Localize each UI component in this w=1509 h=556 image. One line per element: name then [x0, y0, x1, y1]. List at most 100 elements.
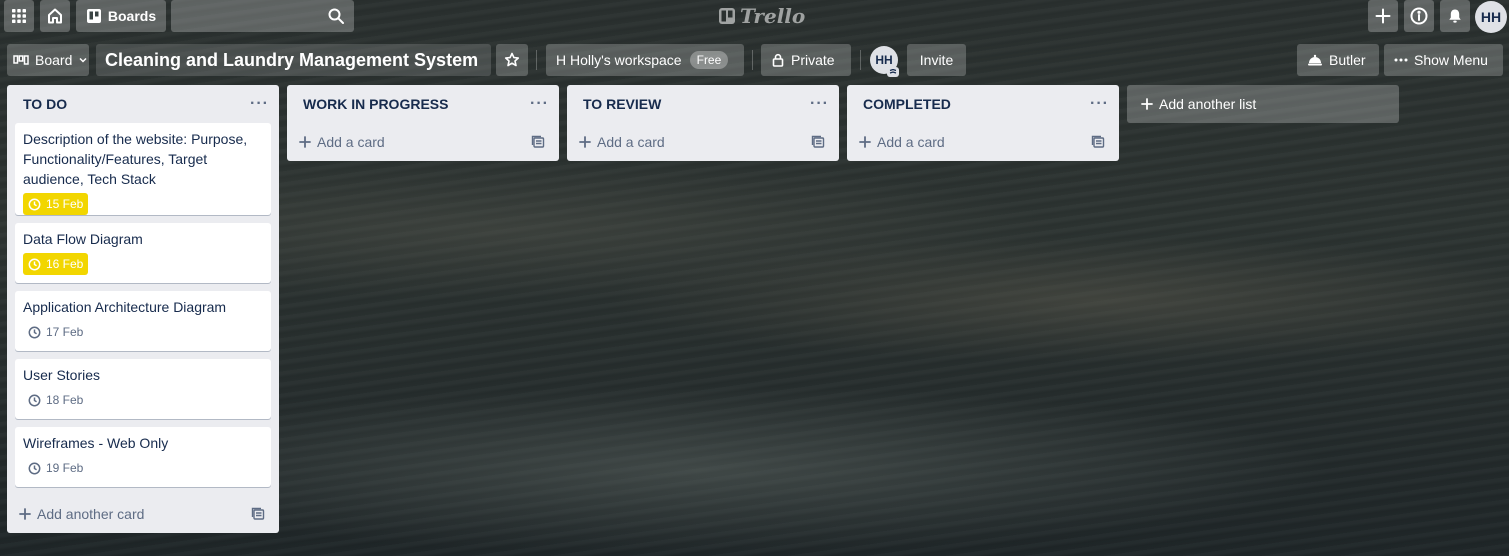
trello-logo[interactable]: Trello — [718, 4, 805, 28]
list-header: COMPLETED ··· — [847, 85, 1119, 123]
due-date: 19 Feb — [46, 461, 84, 475]
card-title: Application Architecture Diagram — [23, 299, 227, 315]
template-icon[interactable] — [811, 135, 825, 149]
invite-button[interactable]: Invite — [907, 44, 966, 76]
star-icon — [504, 52, 520, 68]
visibility-button[interactable]: Private — [761, 44, 851, 76]
list-completed: COMPLETED ··· Add a card — [847, 85, 1119, 161]
member-initials: HH — [875, 53, 893, 67]
information-button[interactable] — [1404, 0, 1434, 32]
apps-icon — [11, 8, 27, 24]
apps-button[interactable] — [4, 0, 34, 32]
due-date-badge[interactable]: 19 Feb — [23, 457, 88, 479]
add-card-button[interactable]: Add a card — [859, 134, 945, 150]
list-actions-ellipsis-icon[interactable]: ··· — [1090, 95, 1109, 113]
template-icon[interactable] — [1091, 135, 1105, 149]
boards-icon — [86, 8, 102, 24]
list-actions-ellipsis-icon[interactable]: ··· — [810, 95, 829, 113]
add-card-label: Add a card — [877, 134, 945, 150]
template-icon[interactable] — [531, 135, 545, 149]
card[interactable]: Description of the website: Purpose, Fun… — [15, 123, 271, 215]
due-date: 18 Feb — [46, 393, 84, 407]
list-actions-ellipsis-icon[interactable]: ··· — [530, 95, 549, 113]
board-view-icon — [13, 54, 29, 66]
trello-logo-icon — [718, 7, 736, 25]
list-title[interactable]: TO REVIEW — [583, 96, 661, 112]
lock-icon — [771, 53, 785, 67]
user-avatar[interactable]: HH — [1475, 1, 1507, 33]
plus-icon — [859, 136, 871, 148]
add-card-label: Add another card — [37, 506, 145, 522]
show-menu-label: Show Menu — [1414, 52, 1488, 68]
plus-icon — [299, 136, 311, 148]
header-divider — [752, 50, 753, 70]
top-navigation-bar: Boards Trello HH — [0, 0, 1509, 33]
list-title[interactable]: WORK IN PROGRESS — [303, 96, 448, 112]
card-title: Data Flow Diagram — [23, 231, 143, 247]
notifications-button[interactable] — [1440, 0, 1470, 32]
due-date-badge[interactable]: 16 Feb — [23, 253, 89, 275]
list-header: TO REVIEW ··· — [567, 85, 839, 123]
list-title[interactable]: TO DO — [23, 96, 67, 112]
show-menu-button[interactable]: Show Menu — [1384, 44, 1503, 76]
card-title: Wireframes - Web Only — [23, 435, 169, 451]
board-view-switcher[interactable]: Board — [7, 44, 89, 76]
list-footer: Add another card — [7, 495, 279, 533]
add-card-button[interactable]: Add another card — [19, 506, 144, 522]
clock-icon — [28, 462, 41, 475]
board-member-avatar[interactable]: HH — [870, 46, 899, 77]
due-date-badge[interactable]: 15 Feb — [23, 193, 89, 215]
chevron-down-icon — [78, 55, 88, 65]
home-icon — [46, 7, 64, 25]
admin-chevron-icon — [887, 67, 899, 77]
add-card-button[interactable]: Add a card — [579, 134, 665, 150]
list-to-do: TO DO ··· Description of the website: Pu… — [7, 85, 279, 533]
due-date-badge[interactable]: 17 Feb — [23, 321, 88, 343]
home-button[interactable] — [40, 0, 70, 32]
card[interactable]: Wireframes - Web Only 19 Feb — [15, 427, 271, 487]
list-header: WORK IN PROGRESS ··· — [287, 85, 559, 123]
add-list-button[interactable]: Add another list — [1127, 85, 1399, 123]
card[interactable]: Data Flow Diagram 16 Feb — [15, 223, 271, 283]
clock-icon — [28, 258, 41, 271]
add-card-button[interactable]: Add a card — [299, 134, 385, 150]
boards-button[interactable]: Boards — [76, 0, 166, 32]
list-actions-ellipsis-icon[interactable]: ··· — [250, 95, 269, 113]
list-footer: Add a card — [567, 123, 839, 161]
search-icon — [328, 8, 344, 24]
add-card-label: Add a card — [597, 134, 665, 150]
clock-icon — [28, 394, 41, 407]
visibility-label: Private — [791, 52, 835, 68]
bell-icon — [1447, 8, 1463, 24]
plus-icon — [1141, 98, 1153, 110]
list-title[interactable]: COMPLETED — [863, 96, 951, 112]
due-date: 15 Feb — [46, 197, 84, 211]
create-button[interactable] — [1368, 0, 1398, 32]
boards-label: Boards — [107, 8, 157, 24]
workspace-button[interactable]: H Holly's workspace Free — [546, 44, 744, 76]
card-title: User Stories — [23, 367, 101, 383]
card[interactable]: Application Architecture Diagram 17 Feb — [15, 291, 271, 351]
logo-text: Trello — [740, 4, 806, 28]
clock-icon — [28, 326, 41, 339]
board-view-label: Board — [35, 52, 73, 68]
header-divider — [536, 50, 537, 70]
add-card-label: Add a card — [317, 134, 385, 150]
list-work-in-progress: WORK IN PROGRESS ··· Add a card — [287, 85, 559, 161]
board-title[interactable]: Cleaning and Laundry Management System — [96, 44, 491, 76]
due-date-badge[interactable]: 18 Feb — [23, 389, 88, 411]
search-input[interactable] — [171, 0, 354, 32]
star-board-button[interactable] — [496, 44, 528, 76]
card[interactable]: User Stories 18 Feb — [15, 359, 271, 419]
butler-button[interactable]: Butler — [1297, 44, 1379, 76]
card-title: Description of the website: Purpose, Fun… — [23, 131, 248, 187]
template-icon[interactable] — [251, 507, 265, 521]
clock-icon — [28, 198, 41, 211]
butler-label: Butler — [1329, 52, 1366, 68]
plus-icon — [579, 136, 591, 148]
list-header: TO DO ··· — [7, 85, 279, 123]
butler-icon — [1307, 53, 1323, 67]
plus-icon — [1375, 8, 1391, 24]
header-divider — [860, 50, 861, 70]
due-date: 17 Feb — [46, 325, 84, 339]
